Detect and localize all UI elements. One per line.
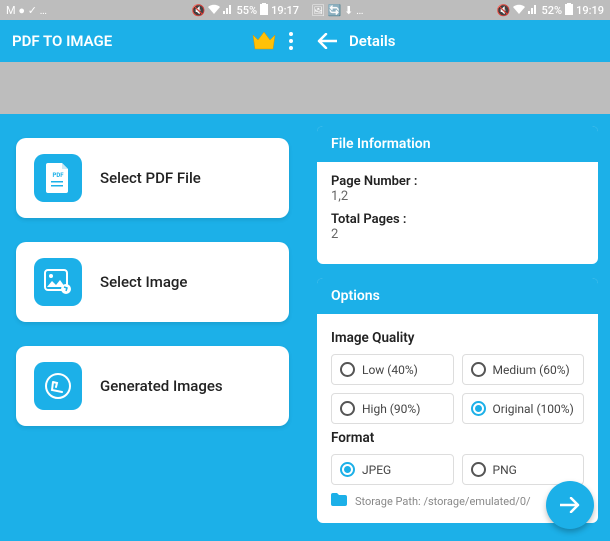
gallery-icon <box>34 362 82 410</box>
format-radio-group: JPEG PNG <box>331 454 584 485</box>
premium-crown-icon[interactable] <box>251 31 277 51</box>
format-section-label: Format <box>331 430 584 446</box>
pdf-file-icon: PDF <box>34 154 82 202</box>
quality-medium-radio[interactable]: Medium (60%) <box>462 354 585 385</box>
file-info-header: File Information <box>317 126 598 162</box>
generated-images-label: Generated Images <box>100 377 223 395</box>
select-image-label: Select Image <box>100 273 187 291</box>
radio-label: PNG <box>493 463 517 477</box>
quality-section-label: Image Quality <box>331 330 584 346</box>
status-bar: M ● ✓ … 🔇 55% 19:17 <box>0 0 305 20</box>
format-jpeg-radio[interactable]: JPEG <box>331 454 454 485</box>
screen-details: 🖼 🔄 ⬇ … 🔇 52% 19:19 Details File Informa… <box>305 0 610 541</box>
battery-icon <box>565 3 573 18</box>
select-pdf-label: Select PDF File <box>100 169 201 187</box>
wifi-icon <box>208 4 220 17</box>
quality-high-radio[interactable]: High (90%) <box>331 393 454 424</box>
proceed-fab[interactable] <box>546 481 594 529</box>
app-title: PDF TO IMAGE <box>12 32 239 50</box>
select-pdf-button[interactable]: PDF Select PDF File <box>16 138 289 218</box>
app-title: Details <box>349 32 598 50</box>
silent-icon: 🔇 <box>497 4 511 17</box>
page-number-label: Page Number : <box>331 174 584 189</box>
select-image-button[interactable]: Select Image <box>16 242 289 322</box>
app-bar: Details <box>305 20 610 62</box>
radio-label: Medium (60%) <box>493 363 570 377</box>
signal-icon <box>528 4 538 17</box>
status-right: 🔇 55% 19:17 <box>192 3 299 18</box>
total-pages-value: 2 <box>331 227 584 242</box>
status-left-icons: M ● ✓ … <box>6 4 47 17</box>
main-actions: PDF Select PDF File Select Image Generat… <box>0 114 305 541</box>
file-info-panel: File Information Page Number : 1,2 Total… <box>317 126 598 264</box>
overflow-menu-icon[interactable] <box>289 32 293 50</box>
ad-banner <box>305 62 610 114</box>
app-bar: PDF TO IMAGE <box>0 20 305 62</box>
clock: 19:19 <box>576 4 604 17</box>
battery-percent: 52% <box>541 4 562 17</box>
generated-images-button[interactable]: Generated Images <box>16 346 289 426</box>
status-bar: 🖼 🔄 ⬇ … 🔇 52% 19:19 <box>305 0 610 20</box>
silent-icon: 🔇 <box>192 4 206 17</box>
radio-icon <box>340 462 355 477</box>
signal-icon <box>223 4 233 17</box>
clock: 19:17 <box>271 4 299 17</box>
folder-icon <box>331 493 347 509</box>
status-right: 🔇 52% 19:19 <box>497 3 604 18</box>
page-number-value: 1,2 <box>331 189 584 204</box>
quality-low-radio[interactable]: Low (40%) <box>331 354 454 385</box>
battery-percent: 55% <box>236 4 257 17</box>
radio-label: Low (40%) <box>362 363 418 377</box>
back-button[interactable] <box>317 33 337 49</box>
image-icon <box>34 258 82 306</box>
quality-radio-group: Low (40%) Medium (60%) High (90%) Origin… <box>331 354 584 424</box>
screen-main: M ● ✓ … 🔇 55% 19:17 PDF TO IMAGE <box>0 0 305 541</box>
radio-icon <box>471 462 486 477</box>
radio-label: JPEG <box>362 463 391 477</box>
wifi-icon <box>513 4 525 17</box>
status-left-icons: 🖼 🔄 ⬇ … <box>311 4 363 17</box>
details-content: File Information Page Number : 1,2 Total… <box>305 114 610 541</box>
radio-icon <box>340 401 355 416</box>
options-header: Options <box>317 278 598 314</box>
battery-icon <box>260 3 268 18</box>
radio-icon <box>471 362 486 377</box>
radio-icon <box>471 401 486 416</box>
radio-label: Original (100%) <box>493 402 574 416</box>
storage-path-label: Storage Path: /storage/emulated/0/ <box>355 495 531 508</box>
radio-label: High (90%) <box>362 402 420 416</box>
total-pages-label: Total Pages : <box>331 212 584 227</box>
svg-text:PDF: PDF <box>52 172 64 179</box>
ad-banner <box>0 62 305 114</box>
arrow-right-icon <box>560 497 580 513</box>
radio-icon <box>340 362 355 377</box>
quality-original-radio[interactable]: Original (100%) <box>462 393 585 424</box>
